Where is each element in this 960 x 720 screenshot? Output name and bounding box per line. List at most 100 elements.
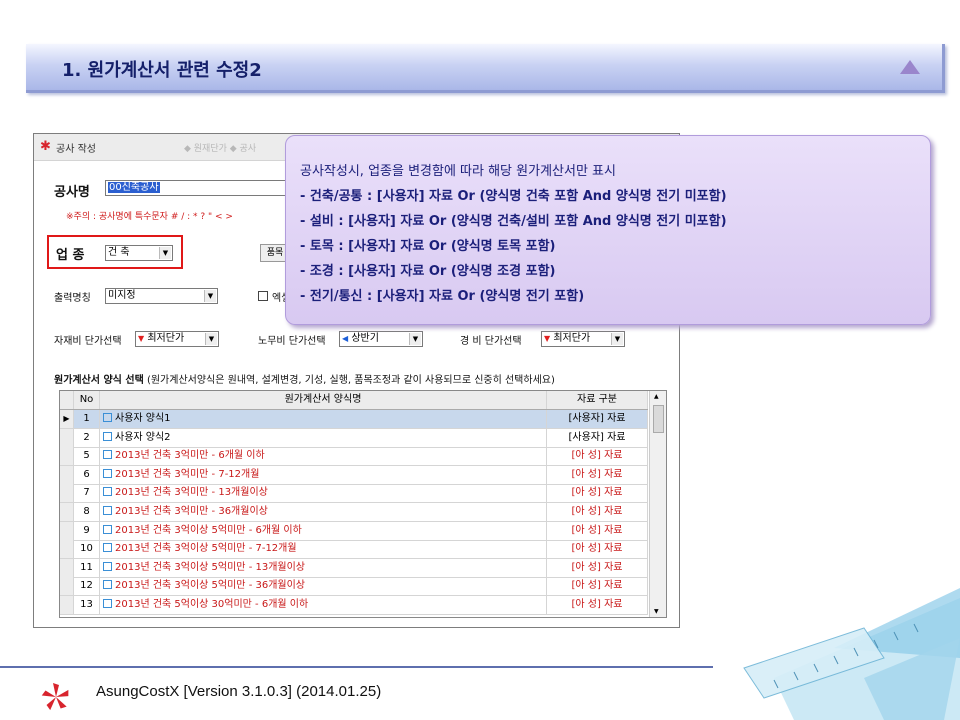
slide-title: 1. 원가계산서 관련 수정2 <box>62 60 262 81</box>
print-name-select[interactable]: 미지정 ▼ <box>105 288 218 304</box>
col-header-form-name[interactable]: 원가계산서 양식명 <box>100 391 547 409</box>
row-form-name-text: 2013년 건축 3억이상 5억미만 - 6개월 이하 <box>115 524 302 536</box>
chevron-down-icon[interactable]: ▼ <box>205 333 217 345</box>
project-name-input[interactable]: 00신축공사 <box>105 180 299 196</box>
chevron-down-icon[interactable]: ▼ <box>159 247 171 259</box>
scroll-down-icon[interactable]: ▼ <box>654 608 659 615</box>
row-type: [아 성] 자료 <box>547 540 648 559</box>
chevron-down-icon[interactable]: ▼ <box>204 290 216 302</box>
row-type: [사용자] 자료 <box>547 428 648 447</box>
grid-scrollbar[interactable]: ▲ ▼ <box>649 391 666 617</box>
row-form-name-text: 2013년 건축 3억이상 5억미만 - 36개월이상 <box>115 580 306 592</box>
scroll-up-icon[interactable]: ▲ <box>654 393 659 400</box>
table-row[interactable]: 11 2013년 건축 3억이상 5억미만 - 13개월이상 [아 성] 자료 <box>60 558 648 578</box>
table-row[interactable]: 12 2013년 건축 3억이상 5억미만 - 36개월이상 [아 성] 자료 <box>60 577 648 597</box>
excel-checkbox[interactable] <box>258 291 268 301</box>
collapse-triangle-icon[interactable] <box>900 60 920 74</box>
row-form-name-text: 2013년 건축 3억미만 - 7-12개월 <box>115 468 260 480</box>
callout-line: - 설비 : [사용자] 자료 Or (양식명 건축/설비 포함 And 양식명… <box>300 214 727 229</box>
row-form-name-text: 2013년 건축 5억이상 30억미만 - 6개월 이하 <box>115 599 309 610</box>
row-indicator-header <box>60 391 74 409</box>
row-type: [아 성] 자료 <box>547 577 648 596</box>
labor-price-label: 노무비 단가선택 <box>258 336 326 347</box>
checkbox-icon <box>103 413 112 422</box>
row-type: [아 성] 자료 <box>547 465 648 484</box>
row-indicator <box>60 447 74 466</box>
row-type: [아 성] 자료 <box>547 596 648 614</box>
row-no: 10 <box>74 540 100 559</box>
table-row[interactable]: 10 2013년 건축 3억이상 5억미만 - 7-12개월 [아 성] 자료 <box>60 540 648 560</box>
callout-line: - 조경 : [사용자] 자료 Or (양식명 조경 포함) <box>300 264 556 279</box>
row-form-name-text: 2013년 건축 3억이상 5억미만 - 7-12개월 <box>115 543 297 555</box>
row-form-name: 2013년 건축 3억이상 5억미만 - 6개월 이하 <box>100 521 547 540</box>
checkbox-icon <box>103 561 112 571</box>
row-indicator: ▶ <box>60 410 74 428</box>
labor-price-value: 상반기 <box>351 333 379 344</box>
row-no: 2 <box>74 428 100 447</box>
row-no: 7 <box>74 484 100 503</box>
grid-header-row: No 원가계산서 양식명 자료 구분 <box>60 391 648 410</box>
row-form-name-text: 사용자 양식2 <box>115 431 171 443</box>
material-price-value: 최저단가 <box>147 333 185 344</box>
row-type: [사용자] 자료 <box>547 410 648 428</box>
row-indicator <box>60 596 74 614</box>
table-row[interactable]: 13 2013년 건축 5억이상 30억미만 - 6개월 이하 [아 성] 자료 <box>60 596 648 615</box>
asung-logo-icon <box>41 683 69 711</box>
table-row[interactable]: ▶ 1 사용자 양식1 [사용자] 자료 <box>60 410 648 429</box>
row-form-name: 2013년 건축 5억이상 30억미만 - 6개월 이하 <box>100 596 547 614</box>
row-form-name: 2013년 건축 3억미만 - 13개월이상 <box>100 484 547 503</box>
footer-line <box>0 666 713 668</box>
callout-line: - 전기/통신 : [사용자] 자료 Or (양식명 전기 포함) <box>300 289 585 304</box>
blue-arrow-icon: ◀ <box>342 334 349 343</box>
row-no: 11 <box>74 558 100 577</box>
industry-select[interactable]: 건 축 ▼ <box>105 245 173 261</box>
row-form-name-text: 사용자 양식1 <box>115 413 171 424</box>
table-row[interactable]: 2 사용자 양식2 [사용자] 자료 <box>60 428 648 448</box>
checkbox-icon <box>103 431 112 441</box>
material-price-select[interactable]: ▼ 최저단가 ▼ <box>135 331 219 347</box>
row-no: 12 <box>74 577 100 596</box>
row-form-name: 2013년 건축 3억이상 5억미만 - 36개월이상 <box>100 577 547 596</box>
row-no: 1 <box>74 410 100 428</box>
row-form-name-text: 2013년 건축 3억이상 5억미만 - 13개월이상 <box>115 561 306 573</box>
col-header-type[interactable]: 자료 구분 <box>547 391 648 409</box>
faded-tabs: ◆ 원재단가 ◆ 공사 <box>184 144 257 154</box>
row-no: 13 <box>74 596 100 614</box>
table-row[interactable]: 5 2013년 건축 3억미만 - 6개월 이하 [아 성] 자료 <box>60 447 648 467</box>
table-row[interactable]: 9 2013년 건축 3억이상 5억미만 - 6개월 이하 [아 성] 자료 <box>60 521 648 541</box>
row-no: 6 <box>74 465 100 484</box>
checkbox-icon <box>103 524 112 534</box>
special-char-warning: ※주의 : 공사명에 특수문자 # / : * ? " < > <box>66 212 233 222</box>
row-form-name-text: 2013년 건축 3억미만 - 6개월 이하 <box>115 450 265 462</box>
callout-line: 공사작성시, 업종을 변경함에 따라 해당 원가계산서만 표시 <box>300 164 616 179</box>
row-indicator <box>60 503 74 521</box>
material-price-label: 자재비 단가선택 <box>54 336 122 347</box>
col-header-no[interactable]: No <box>74 391 100 409</box>
row-form-name-text: 2013년 건축 3억미만 - 36개월이상 <box>115 506 268 517</box>
row-indicator <box>60 540 74 559</box>
expense-price-value: 최저단가 <box>553 333 591 344</box>
row-form-name: 2013년 건축 3억미만 - 36개월이상 <box>100 503 547 521</box>
table-row[interactable]: 6 2013년 건축 3억미만 - 7-12개월 [아 성] 자료 <box>60 465 648 485</box>
table-row[interactable]: 8 2013년 건축 3억미만 - 36개월이상 [아 성] 자료 <box>60 503 648 522</box>
chevron-down-icon[interactable]: ▼ <box>611 333 623 345</box>
cost-form-grid: No 원가계산서 양식명 자료 구분 ▶ 1 사용자 양식1 [사용자] 자료 2 사용자… <box>59 390 667 618</box>
row-form-name: 사용자 양식1 <box>100 410 547 428</box>
checkbox-icon <box>103 543 112 553</box>
callout-box: 공사작성시, 업종을 변경함에 따라 해당 원가계산서만 표시 - 건축/공통 … <box>285 135 931 325</box>
drafting-tools-decoration <box>743 588 960 720</box>
row-form-name: 사용자 양식2 <box>100 428 547 447</box>
print-name-value: 미지정 <box>108 290 136 301</box>
chevron-down-icon[interactable]: ▼ <box>409 333 421 345</box>
row-no: 9 <box>74 521 100 540</box>
app-logo-icon: ✱ <box>40 139 51 154</box>
row-indicator <box>60 577 74 596</box>
row-type: [아 성] 자료 <box>547 503 648 521</box>
scrollbar-thumb[interactable] <box>653 405 664 433</box>
labor-price-select[interactable]: ◀ 상반기 ▼ <box>339 331 423 347</box>
expense-price-select[interactable]: ▼ 최저단가 ▼ <box>541 331 625 347</box>
checkbox-icon <box>103 599 112 608</box>
table-row[interactable]: 7 2013년 건축 3억미만 - 13개월이상 [아 성] 자료 <box>60 484 648 504</box>
project-name-label: 공사명 <box>54 185 90 200</box>
checkbox-icon <box>103 580 112 590</box>
